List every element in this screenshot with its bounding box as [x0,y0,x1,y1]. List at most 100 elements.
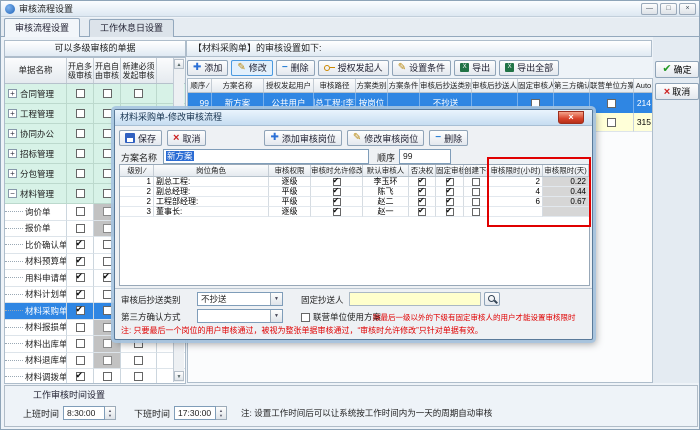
audit-post-cell[interactable] [464,177,489,187]
audit-post-cell[interactable] [464,187,489,197]
audit-post-cell[interactable] [311,177,363,187]
column-header[interactable]: 审核路径 [314,79,356,92]
checkbox[interactable] [446,198,454,206]
checkbox[interactable] [103,356,112,365]
checkbox[interactable] [531,99,540,108]
checkbox[interactable] [76,240,85,249]
column-header[interactable]: 审核限时(小时) [489,165,543,176]
checkbox[interactable] [446,188,454,196]
tree-check-cell[interactable] [121,84,157,104]
checkbox[interactable] [76,339,85,348]
audit-post-cell[interactable] [464,197,489,207]
doc-tree-row[interactable]: 材料退库单 [5,353,185,370]
checkbox[interactable] [76,89,85,98]
checkbox[interactable] [103,372,112,381]
checkbox[interactable] [103,89,112,98]
checkbox[interactable] [333,178,341,186]
cc-person-lookup-button[interactable] [484,292,500,306]
expand-icon[interactable]: + [8,169,17,178]
column-header[interactable]: 第三方确认 [554,79,590,92]
tree-check-cell[interactable] [67,124,94,144]
column-header[interactable]: 方案条件 [388,79,420,92]
save-button[interactable]: 保存 [119,130,162,146]
plan-name-input[interactable]: 新方案 [163,149,369,164]
chevron-down-icon[interactable]: ▼ [270,310,282,322]
tree-check-cell[interactable] [67,104,94,124]
checkbox[interactable] [76,189,85,198]
chevron-down-icon[interactable]: ▼ [270,293,282,305]
end-time-input[interactable]: 17:30:00 [174,406,216,420]
third-party-select[interactable]: ▼ [197,309,283,323]
tree-check-cell[interactable] [67,144,94,164]
tree-check-cell[interactable] [67,84,94,104]
checkbox[interactable] [103,323,112,332]
checkbox[interactable] [76,149,85,158]
checkbox[interactable] [472,208,480,216]
audit-post-cell[interactable] [409,187,436,197]
audit-post-row[interactable]: 1副总工程:逐级李玉环20.22 [120,177,589,187]
checkbox[interactable] [103,207,112,216]
column-header[interactable]: 顺序 ∕ [188,79,212,92]
column-header[interactable]: 级别 ∕ [120,165,154,176]
audit-post-row[interactable]: 3董事长:逐级赵一 [120,207,589,217]
column-header[interactable]: 审核时允许修改 [311,165,363,176]
column-header[interactable]: 联营单位方案 [590,79,634,92]
audit-post-cell[interactable] [464,207,489,217]
dialog-cancel-button[interactable]: ×取消 [167,130,206,146]
edit-button[interactable]: ✎修改 [231,60,272,76]
audit-post-cell[interactable] [436,197,464,207]
audit-post-cell[interactable] [436,187,464,197]
export-button[interactable]: X导出 [454,60,496,76]
plan-cell[interactable] [590,113,634,132]
plan-cell[interactable] [590,93,634,113]
column-header[interactable]: 固定审核人 [436,165,464,176]
checkbox[interactable] [103,306,112,315]
minimize-button[interactable]: — [641,3,658,15]
column-header[interactable]: 审核后抄送人 [472,79,518,92]
checkbox[interactable] [76,129,85,138]
order-input[interactable]: 99 [399,149,451,164]
column-header[interactable]: 审核限时(天) [543,165,589,176]
audit-post-cell[interactable] [409,197,436,207]
checkbox[interactable] [418,188,426,196]
start-time-input[interactable]: 8:30:00 [63,406,105,420]
checkbox[interactable] [103,240,112,249]
checkbox[interactable] [607,118,616,127]
column-header[interactable]: 固定审核人 [518,79,554,92]
tree-check-cell[interactable] [67,204,94,221]
checkbox[interactable] [301,313,310,322]
tree-check-cell[interactable] [94,353,121,370]
tree-check-cell[interactable] [67,353,94,370]
remove-audit-post-button[interactable]: −删除 [429,130,468,146]
scroll-down-icon[interactable]: ▼ [174,371,184,381]
tree-check-cell[interactable] [67,221,94,238]
expand-icon[interactable]: + [8,89,17,98]
authorize-initiator-button[interactable]: 授权发起人 [318,60,389,76]
ok-button[interactable]: ✔确定 [655,61,699,78]
cc-person-input[interactable] [349,292,481,306]
expand-icon[interactable]: + [8,149,17,158]
column-header[interactable]: Auto [634,79,653,92]
checkbox[interactable] [103,273,112,282]
checkbox[interactable] [333,188,341,196]
tree-check-cell[interactable] [94,369,121,384]
checkbox[interactable] [103,109,112,118]
close-button[interactable]: × [679,3,696,15]
tree-check-cell[interactable] [67,254,94,271]
tree-check-cell[interactable] [94,84,121,104]
column-header[interactable]: 创建下级 [464,165,489,176]
checkbox[interactable] [103,129,112,138]
tree-check-cell[interactable] [67,336,94,353]
audit-post-row[interactable]: 2工程部经理:平级赵二60.67 [120,197,589,207]
checkbox[interactable] [103,290,112,299]
checkbox[interactable] [418,208,426,216]
edit-audit-post-button[interactable]: ✎修改审核岗位 [347,130,424,146]
tree-check-cell[interactable] [67,320,94,337]
checkbox[interactable] [76,290,85,299]
audit-post-cell[interactable] [409,177,436,187]
checkbox[interactable] [76,372,85,381]
checkbox[interactable] [103,257,112,266]
tree-check-cell[interactable] [67,164,94,184]
checkbox[interactable] [134,89,143,98]
column-header[interactable]: 审核后抄送类别 [420,79,472,92]
